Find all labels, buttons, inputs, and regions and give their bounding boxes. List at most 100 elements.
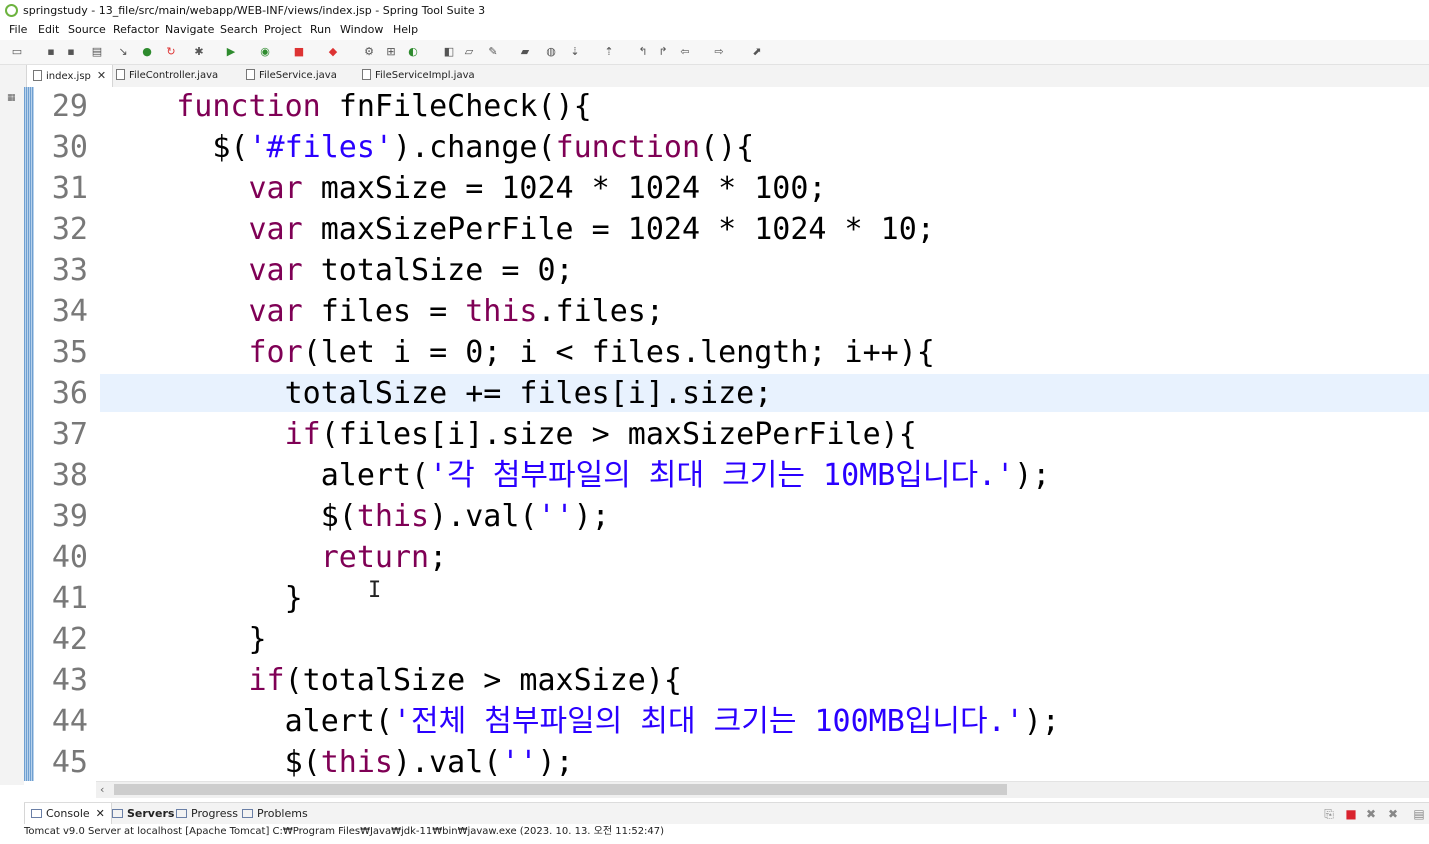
tab-progress[interactable]: Progress — [176, 803, 238, 825]
stop-icon[interactable]: ■ — [292, 45, 306, 59]
code-line[interactable]: 41 } — [34, 579, 1429, 620]
code-text[interactable]: alert('전체 첨부파일의 최대 크기는 100MB입니다.'); — [104, 702, 1060, 742]
new-class-icon[interactable]: ◐ — [406, 45, 420, 59]
menu-project[interactable]: Project — [264, 23, 302, 36]
tab-servers[interactable]: Servers — [112, 803, 174, 825]
external-tools-icon[interactable]: ◆ — [326, 45, 340, 59]
code-line[interactable]: 42 } — [34, 620, 1429, 661]
code-text[interactable]: return; — [104, 538, 447, 578]
run-icon[interactable]: ▶ — [224, 45, 238, 59]
remove-all-launches-icon[interactable]: ✖ — [1386, 807, 1400, 821]
code-line[interactable]: 38 alert('각 첨부파일의 최대 크기는 10MB입니다.'); — [34, 456, 1429, 497]
close-icon[interactable]: ✕ — [96, 807, 105, 820]
code-text[interactable]: for(let i = 0; i < files.length; i++){ — [104, 333, 935, 373]
save-icon[interactable]: ▪ — [44, 45, 58, 59]
tab-label: FileController.java — [129, 70, 219, 81]
menu-run[interactable]: Run — [310, 23, 331, 36]
code-line[interactable]: 31 var maxSize = 1024 * 1024 * 100; — [34, 169, 1429, 210]
tab-filecontroller-java[interactable]: FileController.java — [116, 65, 218, 87]
code-editor[interactable]: 29 function fnFileCheck(){30 $('#files')… — [34, 87, 1429, 781]
code-text[interactable]: alert('각 첨부파일의 최대 크기는 10MB입니다.'); — [104, 456, 1051, 496]
code-text[interactable]: $(this).val(''); — [104, 497, 610, 537]
code-text[interactable]: $('#files').change(function(){ — [104, 128, 754, 168]
code-text[interactable]: } — [104, 579, 303, 619]
next-annotation-icon[interactable]: ⇣ — [568, 45, 582, 59]
tab-console[interactable]: Console ✕ — [24, 803, 112, 825]
refresh-icon[interactable]: ↻ — [164, 45, 178, 59]
display-console-icon[interactable]: ▤ — [1412, 807, 1426, 821]
code-text[interactable]: } — [104, 620, 266, 660]
pen-icon[interactable]: ✎ — [486, 45, 500, 59]
code-line[interactable]: 44 alert('전체 첨부파일의 최대 크기는 100MB입니다.'); — [34, 702, 1429, 743]
console-process-label: Tomcat v9.0 Server at localhost [Apache … — [24, 824, 1429, 840]
tab-fileservice-java[interactable]: FileService.java — [246, 65, 337, 87]
menu-help[interactable]: Help — [393, 23, 418, 36]
code-text[interactable]: if(files[i].size > maxSizePerFile){ — [104, 415, 917, 455]
back-icon[interactable]: ⇦ — [678, 45, 692, 59]
code-line[interactable]: 40 return; — [34, 538, 1429, 579]
forward-icon[interactable]: ⇨ — [712, 45, 726, 59]
spring-boot-icon[interactable]: ● — [140, 45, 154, 59]
tab-label: Problems — [257, 807, 308, 820]
code-line[interactable]: 34 var files = this.files; — [34, 292, 1429, 333]
code-text[interactable]: totalSize += files[i].size; — [104, 374, 773, 414]
globe-icon[interactable]: ◍ — [544, 45, 558, 59]
code-line[interactable]: 37 if(files[i].size > maxSizePerFile){ — [34, 415, 1429, 456]
menu-navigate[interactable]: Navigate — [165, 23, 214, 36]
code-line[interactable]: 29 function fnFileCheck(){ — [34, 87, 1429, 128]
remove-launch-icon[interactable]: ✖ — [1364, 807, 1378, 821]
scroll-thumb[interactable] — [114, 784, 1007, 795]
open-task-icon[interactable]: ▱ — [462, 45, 476, 59]
open-type-icon[interactable]: ◧ — [442, 45, 456, 59]
minimized-view-icon[interactable]: ▦ — [7, 93, 17, 103]
code-line[interactable]: 36 totalSize += files[i].size; — [34, 374, 1429, 415]
new-server-icon[interactable]: ⚙ — [362, 45, 376, 59]
line-number: 38 — [51, 458, 88, 493]
edit-location-icon[interactable]: ↱ — [656, 45, 670, 59]
spring-logo-icon — [5, 4, 18, 17]
line-number: 33 — [51, 253, 88, 288]
code-text[interactable]: var files = this.files; — [104, 292, 664, 332]
code-text[interactable]: var totalSize = 0; — [104, 251, 574, 291]
save-all-icon[interactable]: ▪ — [64, 45, 78, 59]
skip-breakpoints-icon[interactable]: ↘ — [116, 45, 130, 59]
coverage-icon[interactable]: ◉ — [258, 45, 272, 59]
scroll-left-icon[interactable]: ‹ — [100, 783, 104, 796]
code-text[interactable]: $(this).val(''); — [104, 743, 574, 781]
print-icon[interactable]: ▤ — [90, 45, 104, 59]
new-icon[interactable]: ▭ — [10, 45, 24, 59]
tab-problems[interactable]: Problems — [242, 803, 308, 825]
pin-editor-icon[interactable]: ⬈ — [750, 45, 764, 59]
menu-source[interactable]: Source — [68, 23, 106, 36]
java-file-icon — [362, 68, 371, 80]
menu-edit[interactable]: Edit — [38, 23, 59, 36]
menu-file[interactable]: File — [9, 23, 27, 36]
code-line[interactable]: 35 for(let i = 0; i < files.length; i++)… — [34, 333, 1429, 374]
code-text[interactable]: function fnFileCheck(){ — [104, 87, 591, 127]
new-package-icon[interactable]: ⊞ — [384, 45, 398, 59]
prev-annotation-icon[interactable]: ⇡ — [602, 45, 616, 59]
horizontal-scrollbar[interactable]: ‹ — [96, 781, 1429, 798]
code-line[interactable]: 33 var totalSize = 0; — [34, 251, 1429, 292]
menu-search[interactable]: Search — [220, 23, 258, 36]
code-text[interactable]: if(totalSize > maxSize){ — [104, 661, 682, 701]
pin-console-icon[interactable]: ⎘ — [1322, 807, 1336, 821]
code-line[interactable]: 32 var maxSizePerFile = 1024 * 1024 * 10… — [34, 210, 1429, 251]
code-line[interactable]: 39 $(this).val(''); — [34, 497, 1429, 538]
code-text[interactable]: var maxSizePerFile = 1024 * 1024 * 10; — [104, 210, 935, 250]
tab-index-jsp[interactable]: index.jsp ✕ — [26, 65, 114, 87]
tab-fileserviceimpl-java[interactable]: FileServiceImpl.java — [362, 65, 475, 87]
terminate-icon[interactable]: ■ — [1344, 807, 1358, 821]
code-text[interactable]: var maxSize = 1024 * 1024 * 100; — [104, 169, 827, 209]
debug-icon[interactable]: ✱ — [192, 45, 206, 59]
last-edit-icon[interactable]: ↰ — [636, 45, 650, 59]
folder-open-icon[interactable]: ▰ — [518, 45, 532, 59]
menu-window[interactable]: Window — [340, 23, 383, 36]
main-toolbar: ▭ ▪ ▪ ▤ ↘ ● ↻ ✱ ▶ ◉ ■ ◆ ⚙ ⊞ ◐ ◧ ▱ ✎ ▰ ◍ … — [0, 40, 1429, 65]
menu-refactor[interactable]: Refactor — [113, 23, 159, 36]
java-file-icon — [246, 68, 255, 80]
code-line[interactable]: 43 if(totalSize > maxSize){ — [34, 661, 1429, 702]
close-icon[interactable]: ✕ — [97, 69, 106, 82]
code-line[interactable]: 30 $('#files').change(function(){ — [34, 128, 1429, 169]
code-line[interactable]: 45 $(this).val(''); — [34, 743, 1429, 781]
